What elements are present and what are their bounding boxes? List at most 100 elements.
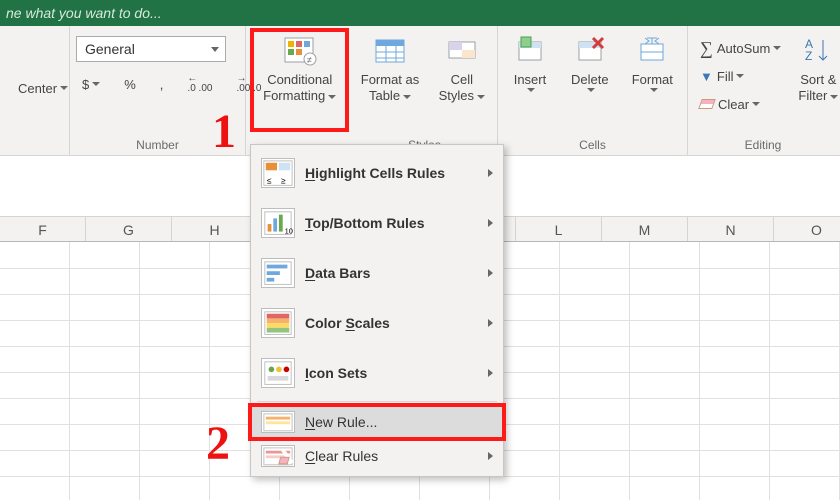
cell[interactable] (699, 424, 769, 450)
cell[interactable] (70, 398, 140, 424)
cell[interactable] (0, 398, 70, 424)
cell[interactable] (699, 476, 769, 500)
cell[interactable] (699, 450, 769, 476)
cell[interactable] (140, 346, 210, 372)
cell[interactable] (140, 268, 210, 294)
cell[interactable] (70, 294, 140, 320)
cell[interactable] (70, 320, 140, 346)
cell[interactable] (140, 320, 210, 346)
cell[interactable] (699, 320, 769, 346)
cell[interactable] (420, 476, 490, 500)
cell[interactable] (699, 346, 769, 372)
currency-button[interactable]: $ (76, 72, 106, 96)
cell[interactable] (769, 424, 839, 450)
cell[interactable] (560, 398, 630, 424)
cell[interactable] (70, 346, 140, 372)
cell[interactable] (560, 320, 630, 346)
cell[interactable] (490, 476, 560, 500)
format-as-table-button[interactable]: Format as Table (353, 30, 426, 130)
cell[interactable] (560, 476, 630, 500)
cell[interactable] (210, 476, 280, 500)
column-header[interactable]: L (516, 217, 602, 241)
clear-button[interactable]: Clear (694, 92, 787, 116)
column-header[interactable]: F (0, 217, 86, 241)
cell[interactable] (140, 294, 210, 320)
menu-new-rule[interactable]: New Rule... (251, 405, 503, 439)
merge-center-button[interactable]: Center (12, 76, 74, 100)
comma-button[interactable]: , (154, 72, 170, 96)
number-format-select[interactable]: General (76, 36, 226, 62)
cell[interactable] (629, 346, 699, 372)
cell[interactable] (769, 242, 839, 268)
column-header[interactable]: N (688, 217, 774, 241)
sort-filter-button[interactable]: AZ Sort & Filter (793, 30, 840, 130)
menu-color-scales[interactable]: Color Scales (251, 298, 503, 348)
cell[interactable] (769, 372, 839, 398)
cell[interactable] (629, 320, 699, 346)
cell[interactable] (769, 294, 839, 320)
cell[interactable] (560, 450, 630, 476)
cell[interactable] (560, 268, 630, 294)
cell[interactable] (70, 476, 140, 500)
cell[interactable] (0, 372, 70, 398)
cell[interactable] (560, 372, 630, 398)
menu-clear-rules[interactable]: Clear Rules (251, 439, 503, 473)
cell-styles-button[interactable]: Cell Styles (433, 30, 491, 130)
cell[interactable] (699, 242, 769, 268)
insert-button[interactable]: Insert (504, 30, 556, 130)
cell[interactable] (0, 424, 70, 450)
cell[interactable] (699, 398, 769, 424)
cell[interactable] (350, 476, 420, 500)
cell[interactable] (629, 372, 699, 398)
cell[interactable] (0, 346, 70, 372)
cell[interactable] (0, 320, 70, 346)
cell[interactable] (629, 242, 699, 268)
delete-button[interactable]: Delete (562, 30, 618, 130)
cell[interactable] (769, 320, 839, 346)
cell[interactable] (769, 268, 839, 294)
cell[interactable] (140, 476, 210, 500)
column-header[interactable]: O (774, 217, 840, 241)
cell[interactable] (70, 450, 140, 476)
cell[interactable] (140, 372, 210, 398)
menu-top-bottom-rules[interactable]: 10 Top/Bottom Rules (251, 198, 503, 248)
conditional-formatting-button[interactable]: ≠ Conditional Formatting (252, 30, 347, 130)
increase-decimal-button[interactable]: ←.0 .00 (181, 72, 218, 96)
cell[interactable] (629, 424, 699, 450)
cell[interactable] (140, 242, 210, 268)
cell[interactable] (699, 294, 769, 320)
cell[interactable] (280, 476, 350, 500)
cell[interactable] (140, 398, 210, 424)
cell[interactable] (629, 268, 699, 294)
cell[interactable] (0, 242, 70, 268)
cell[interactable] (70, 424, 140, 450)
fill-button[interactable]: ▼ Fill (694, 64, 787, 88)
cell[interactable] (769, 476, 839, 500)
menu-data-bars[interactable]: Data Bars (251, 248, 503, 298)
cell[interactable] (560, 294, 630, 320)
cell[interactable] (769, 450, 839, 476)
menu-icon-sets[interactable]: Icon Sets (251, 348, 503, 398)
cell[interactable] (70, 268, 140, 294)
column-header[interactable]: H (172, 217, 258, 241)
cell[interactable] (560, 242, 630, 268)
cell[interactable] (769, 398, 839, 424)
cell[interactable] (560, 424, 630, 450)
cell[interactable] (70, 372, 140, 398)
column-header[interactable]: M (602, 217, 688, 241)
cell[interactable] (0, 294, 70, 320)
cell[interactable] (699, 268, 769, 294)
percent-button[interactable]: % (118, 72, 142, 96)
cell[interactable] (0, 476, 70, 500)
cell[interactable] (140, 450, 210, 476)
cell[interactable] (629, 450, 699, 476)
cell[interactable] (629, 398, 699, 424)
column-header[interactable]: G (86, 217, 172, 241)
cell[interactable] (0, 268, 70, 294)
autosum-button[interactable]: ∑ AutoSum (694, 36, 787, 60)
cell[interactable] (699, 372, 769, 398)
format-button[interactable]: Format (624, 30, 681, 130)
cell[interactable] (629, 294, 699, 320)
cell[interactable] (70, 242, 140, 268)
cell[interactable] (629, 476, 699, 500)
